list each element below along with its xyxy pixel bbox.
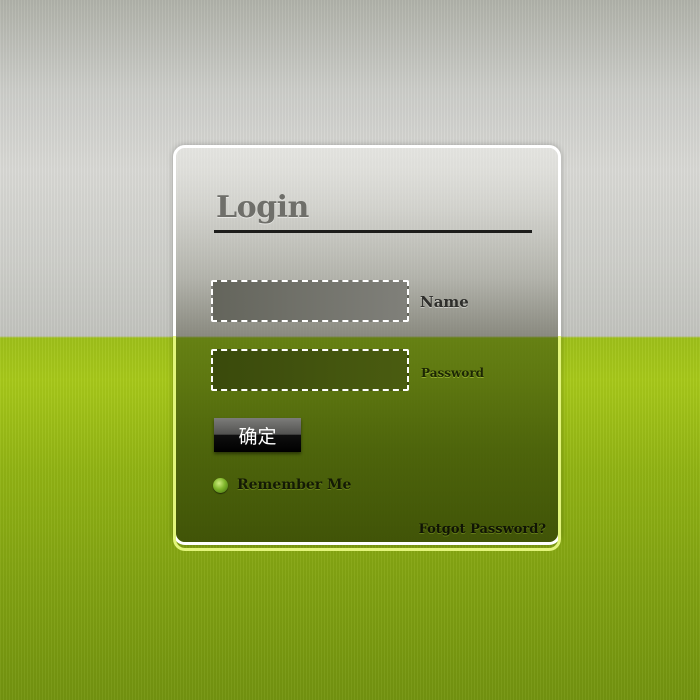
remember-me-toggle[interactable]: Remember Me <box>213 477 351 493</box>
name-field[interactable] <box>211 280 409 322</box>
login-title: Login <box>216 190 309 225</box>
title-divider <box>214 230 532 233</box>
name-input[interactable] <box>213 282 407 320</box>
green-radio-dot-icon[interactable] <box>213 477 228 493</box>
submit-button[interactable]: 确定 <box>214 418 301 452</box>
password-field[interactable] <box>211 349 409 391</box>
forgot-password-link[interactable]: Fotgot Password? <box>419 522 546 537</box>
password-label: Password <box>421 366 485 380</box>
name-label: Name <box>420 293 469 311</box>
remember-me-label: Remember Me <box>237 477 352 493</box>
password-input[interactable] <box>213 351 407 389</box>
login-panel: Login Name Password 确定 Remember Me Fotgo… <box>173 145 561 545</box>
